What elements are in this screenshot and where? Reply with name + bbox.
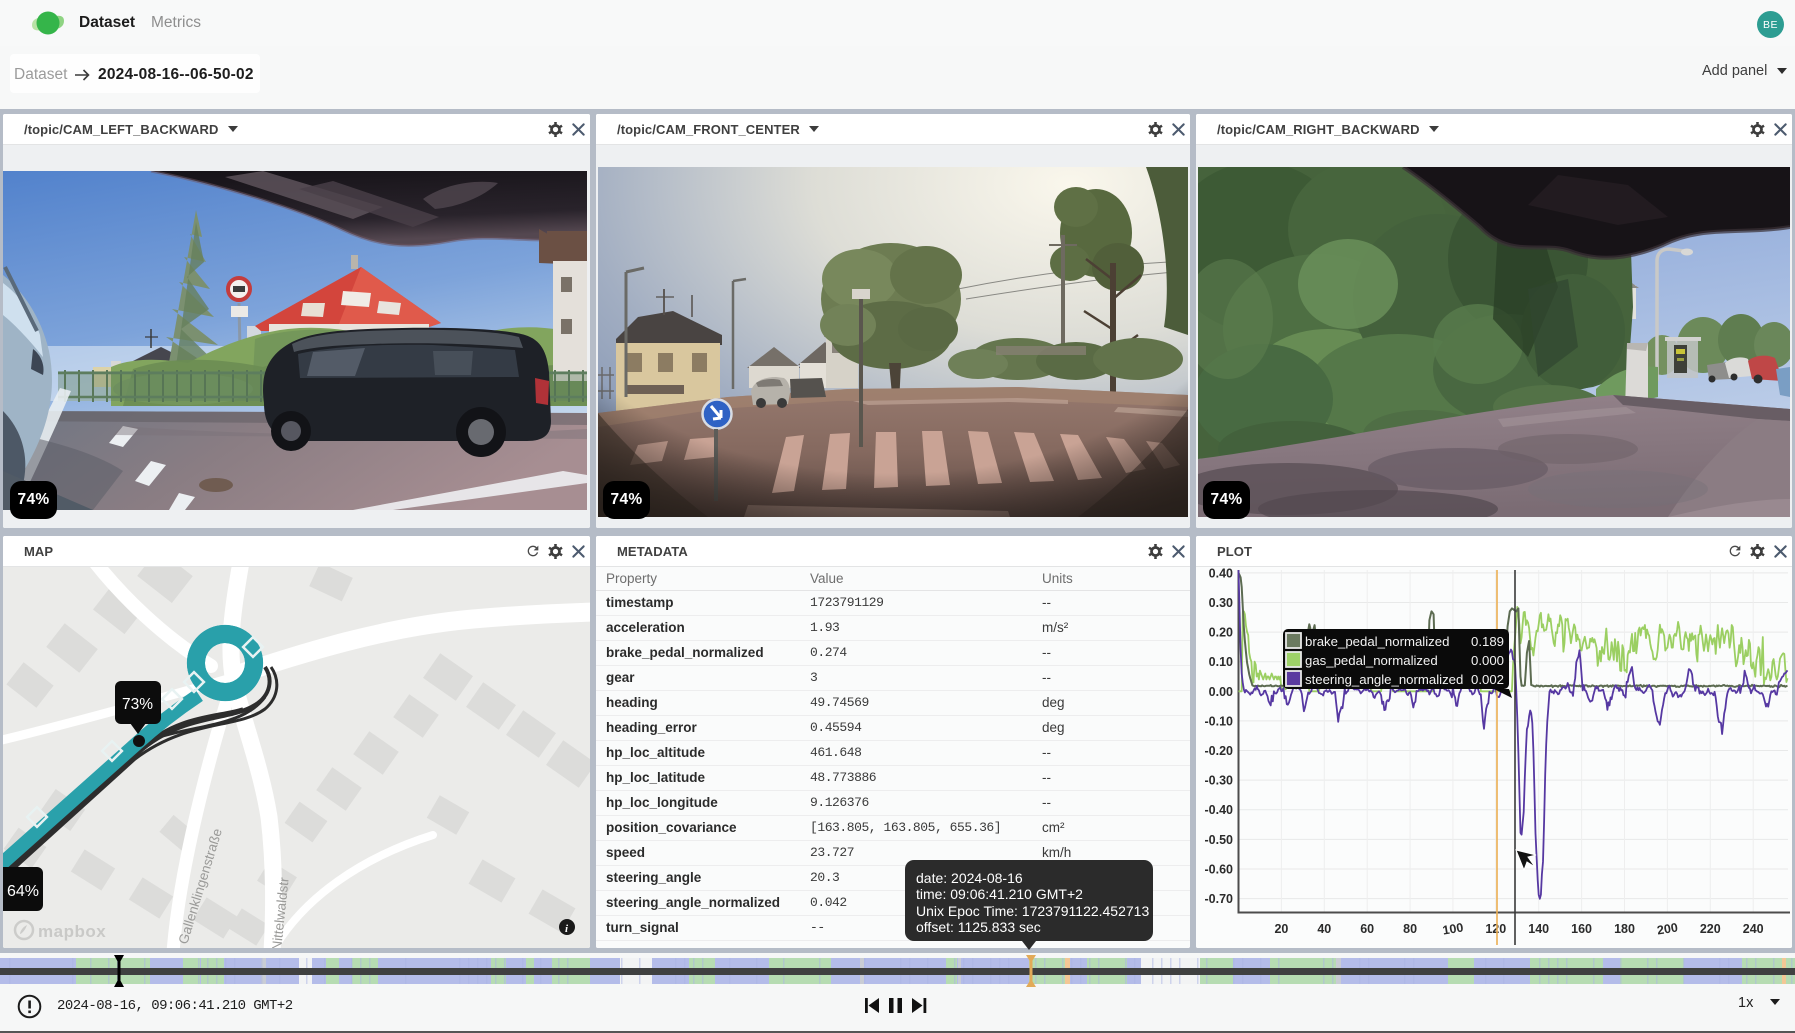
svg-text:180: 180 (1614, 922, 1635, 936)
svg-text:brake_pedal_normalized: brake_pedal_normalized (1305, 634, 1449, 649)
svg-text:steering_angle_normalized: steering_angle_normalized (1305, 672, 1463, 687)
svg-text:0.40: 0.40 (1209, 567, 1233, 580)
svg-text:80: 80 (1403, 922, 1417, 936)
svg-text:20: 20 (1274, 922, 1288, 936)
svg-text:-0.10: -0.10 (1205, 714, 1234, 728)
svg-text:64%: 64% (7, 883, 39, 900)
svg-text:120: 120 (1485, 922, 1506, 936)
svg-text:-0.40: -0.40 (1205, 803, 1234, 817)
svg-text:mapbox: mapbox (38, 922, 106, 941)
svg-text:200: 200 (1656, 920, 1679, 937)
svg-text:-0.30: -0.30 (1205, 774, 1234, 788)
svg-text:-0.50: -0.50 (1205, 833, 1234, 847)
svg-text:0.189: 0.189 (1471, 634, 1504, 649)
svg-text:-0.70: -0.70 (1205, 892, 1234, 906)
svg-text:gas_pedal_normalized: gas_pedal_normalized (1305, 653, 1438, 668)
svg-text:0.000: 0.000 (1471, 653, 1504, 668)
svg-text:220: 220 (1700, 922, 1721, 936)
svg-text:-0.20: -0.20 (1205, 744, 1234, 758)
svg-text:240: 240 (1743, 922, 1764, 936)
svg-text:0.002: 0.002 (1471, 672, 1504, 687)
svg-text:0.20: 0.20 (1209, 626, 1233, 640)
svg-text:40: 40 (1317, 922, 1331, 936)
svg-text:73%: 73% (122, 696, 153, 713)
svg-text:0.30: 0.30 (1209, 596, 1233, 610)
svg-text:100: 100 (1442, 920, 1465, 937)
svg-text:0.10: 0.10 (1209, 655, 1233, 669)
svg-text:60: 60 (1360, 922, 1374, 936)
svg-text:140: 140 (1528, 922, 1549, 936)
svg-text:160: 160 (1571, 922, 1592, 936)
svg-text:-0.60: -0.60 (1205, 863, 1234, 877)
svg-text:0.00: 0.00 (1209, 685, 1233, 699)
